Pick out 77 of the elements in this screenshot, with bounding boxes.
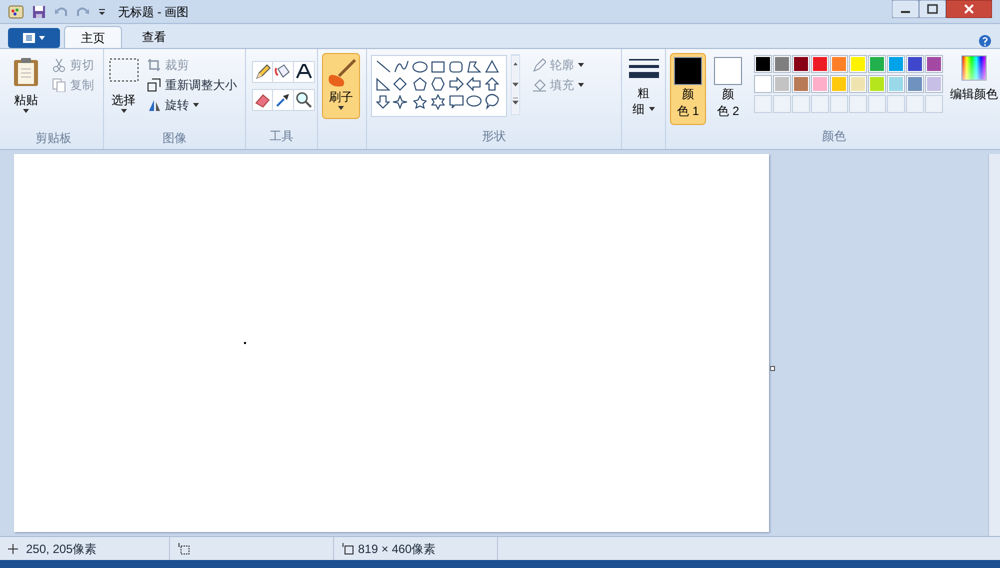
color-swatch[interactable] xyxy=(868,75,886,93)
caret-icon xyxy=(120,109,126,113)
group-label: 工具 xyxy=(268,128,294,145)
window-title: 无标题 - 画图 xyxy=(118,4,190,20)
caret-icon xyxy=(648,107,654,111)
color-swatch[interactable] xyxy=(830,55,848,73)
dropdown-caret-icon[interactable] xyxy=(98,8,106,16)
save-icon[interactable] xyxy=(32,4,46,18)
tab[interactable]: 查看 xyxy=(126,26,182,48)
rotate-button[interactable]: 旋转 xyxy=(143,95,241,115)
color-spectrum-icon xyxy=(961,55,988,81)
vertical-scrollbar[interactable] xyxy=(988,154,1000,536)
image-size-icon xyxy=(342,542,354,554)
dashed-rectangle-icon xyxy=(108,57,138,83)
paste-button[interactable]: 粘贴 xyxy=(8,53,44,129)
redo-icon[interactable] xyxy=(76,4,90,18)
selection-size-icon xyxy=(178,542,190,554)
close-icon[interactable] xyxy=(946,0,992,18)
image-size: 819 × 460像素 xyxy=(358,540,436,558)
help-icon[interactable] xyxy=(978,34,992,48)
copy-icon xyxy=(52,78,66,92)
app-menu-icon[interactable] xyxy=(8,28,60,48)
group-label: 形状 xyxy=(481,128,507,145)
group-label: 图像 xyxy=(162,130,188,147)
color-swatch[interactable] xyxy=(792,55,810,73)
color-swatch[interactable] xyxy=(754,75,772,93)
color-swatch[interactable] xyxy=(830,75,848,93)
color-swatch[interactable] xyxy=(849,55,868,73)
color-swatch[interactable] xyxy=(925,55,944,73)
color-swatch[interactable] xyxy=(906,75,924,93)
maximize-icon[interactable] xyxy=(919,0,946,18)
eraser-icon[interactable] xyxy=(252,89,274,111)
line-thickness-icon xyxy=(628,57,658,81)
color-two-button[interactable]: 颜 色 2 xyxy=(710,53,746,125)
resize-button[interactable]: 重新调整大小 xyxy=(143,75,241,95)
text-icon[interactable] xyxy=(292,61,315,83)
gallery-scroll-icon[interactable] xyxy=(511,53,520,115)
magnifier-icon[interactable] xyxy=(292,89,315,111)
resize-handle[interactable] xyxy=(770,366,775,371)
minimize-icon[interactable] xyxy=(892,0,919,18)
pen-icon xyxy=(532,58,546,72)
pencil-icon[interactable] xyxy=(252,61,274,83)
color-swatch[interactable] xyxy=(811,75,830,93)
caret-icon xyxy=(338,106,344,110)
color-one-button[interactable]: 颜 色 1 xyxy=(670,53,706,125)
group-label: 颜色 xyxy=(821,128,847,145)
group-label: 剪贴板 xyxy=(34,130,72,147)
color-swatch[interactable] xyxy=(811,55,830,73)
color-swatch[interactable] xyxy=(754,55,772,73)
cursor-position-icon xyxy=(8,544,18,554)
paint-app-icon[interactable] xyxy=(8,4,24,20)
caret-icon xyxy=(578,63,584,67)
shape-gallery[interactable] xyxy=(371,55,507,117)
color-swatch[interactable] xyxy=(773,55,792,73)
caret-icon xyxy=(578,83,584,87)
crop-icon xyxy=(147,58,161,72)
color-swatch[interactable] xyxy=(887,55,906,73)
edit-colors-button[interactable]: 编辑颜色 xyxy=(950,53,998,103)
undo-icon[interactable] xyxy=(54,4,68,18)
caret-icon xyxy=(193,103,199,107)
rotate-icon xyxy=(147,98,161,112)
size-button[interactable]: 粗 细 xyxy=(626,53,661,127)
brushes-button[interactable]: 刷子 xyxy=(322,53,360,119)
resize-icon xyxy=(147,78,161,92)
color-swatch[interactable] xyxy=(906,55,924,73)
color-swatch[interactable] xyxy=(925,75,944,93)
color-swatch[interactable] xyxy=(773,75,792,93)
cursor-position: 250, 205像素 xyxy=(26,540,97,558)
select-button[interactable]: 选择 xyxy=(108,53,139,129)
caret-icon xyxy=(23,109,29,113)
color-swatch[interactable] xyxy=(792,75,810,93)
color-swatch[interactable] xyxy=(887,75,906,93)
clipboard-icon xyxy=(13,57,39,87)
color-swatch[interactable] xyxy=(868,55,886,73)
color-swatch[interactable] xyxy=(849,75,868,93)
tab[interactable]: 主页 xyxy=(64,26,122,48)
scissors-icon xyxy=(52,58,66,72)
